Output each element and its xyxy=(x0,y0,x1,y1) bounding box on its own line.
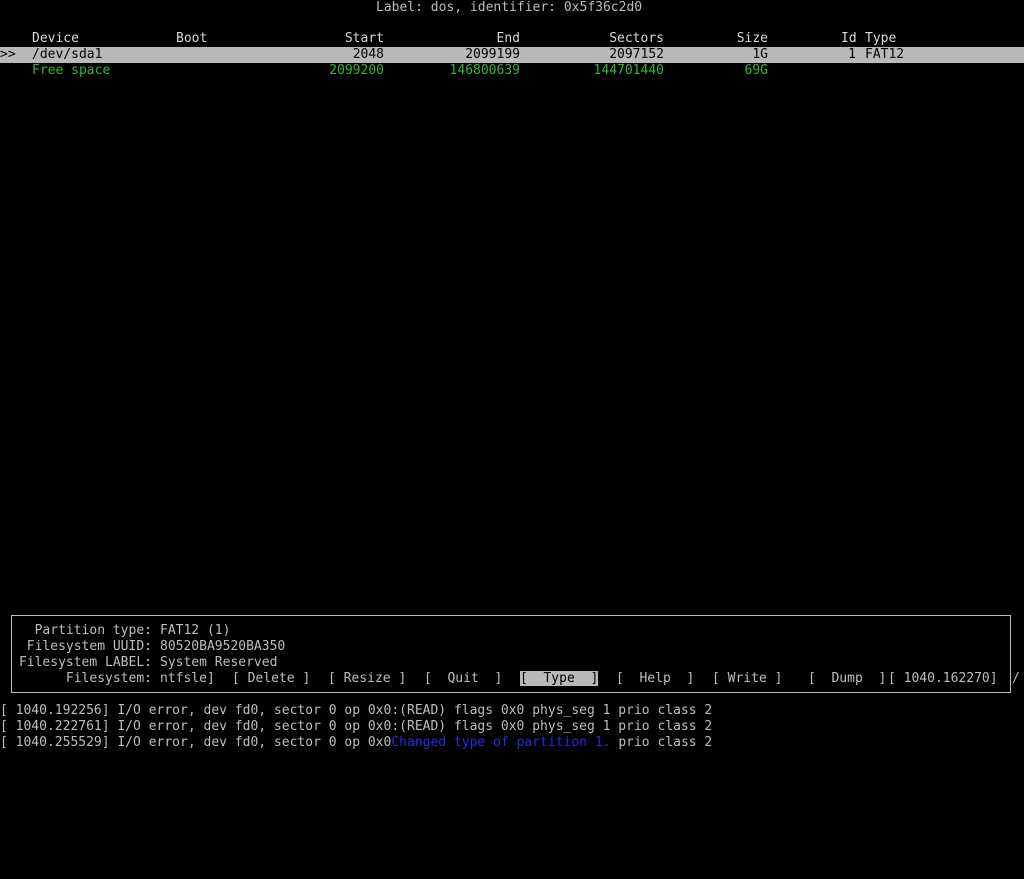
kernel-log-line: [ 1040.255529] I/O error, dev fd0, secto… xyxy=(0,735,712,751)
write-button-label: Write xyxy=(727,671,767,686)
dump-button-label: Dump xyxy=(831,671,863,686)
free-space-label: Free space xyxy=(32,63,111,78)
kernel-log-prefix: [ 1040.255529] I/O error, dev fd0, secto… xyxy=(0,735,392,750)
info-fs-label-value: System Reserved xyxy=(160,655,278,670)
type-button-label: Type xyxy=(543,671,575,686)
column-header-size: Size xyxy=(736,31,768,46)
info-uuid: Filesystem UUID: 80520BA9520BA350 xyxy=(0,639,1024,655)
info-partition-type: Partition type: FAT12 (1) xyxy=(0,623,1024,639)
info-fs-label-label: Filesystem LABEL: xyxy=(18,655,152,670)
info-partition-type-value: FAT12 (1) xyxy=(160,623,231,638)
free-space-row[interactable]: Free space 2099200 146800639 144701440 6… xyxy=(0,63,1024,79)
kernel-log-suffix: prio class 2 xyxy=(610,735,713,750)
table-header: Device Boot Start End Sectors Size Id Ty… xyxy=(0,31,1024,47)
kernel-log-line: [ 1040.222761] I/O error, dev fd0, secto… xyxy=(0,719,713,734)
resize-button[interactable]: [ Resize ] xyxy=(328,671,406,687)
selection-marker: >> xyxy=(0,47,16,62)
kernel-log-line: [ 1040.192256] I/O error, dev fd0, secto… xyxy=(0,703,713,718)
delete-button[interactable]: [ Delete ] xyxy=(232,671,310,687)
column-header-type: Type xyxy=(865,31,897,46)
column-header-device: Device xyxy=(32,31,79,46)
free-space-end: 146800639 xyxy=(449,63,520,78)
status-message: Changed type of partition 1. xyxy=(391,735,611,750)
column-header-sectors: Sectors xyxy=(609,31,664,46)
dump-button[interactable]: [ Dump ] xyxy=(808,671,886,687)
help-button-label: Help xyxy=(639,671,671,686)
info-filesystem-label: Filesystem: xyxy=(65,671,152,686)
column-header-id: Id xyxy=(841,31,857,46)
write-button[interactable]: [ Write ] xyxy=(712,671,782,687)
help-button[interactable]: [ Help ] xyxy=(616,671,694,687)
partition-row-sda1[interactable]: >> /dev/sda1 2048 2099199 2097152 1G 1 F… xyxy=(0,47,1024,63)
partition-end: 2099199 xyxy=(465,47,520,62)
info-filesystem-value: ntfsle] xyxy=(160,671,215,686)
free-space-size: 69G xyxy=(744,63,768,78)
kernel-log-overlay-timestamp: [ 1040.162270] xyxy=(888,671,998,686)
partition-start: 2048 xyxy=(352,47,384,62)
quit-button-label: Quit xyxy=(447,671,479,686)
partition-sectors: 2097152 xyxy=(609,47,664,62)
info-uuid-label: Filesystem UUID: xyxy=(26,639,152,654)
info-uuid-value: 80520BA9520BA350 xyxy=(160,639,286,654)
column-header-boot: Boot xyxy=(176,31,208,46)
quit-button[interactable]: [ Quit ] xyxy=(424,671,502,687)
partition-size: 1G xyxy=(752,47,768,62)
partition-id: 1 xyxy=(848,47,856,62)
info-partition-type-label: Partition type: xyxy=(34,623,152,638)
info-fs-label: Filesystem LABEL: System Reserved xyxy=(0,655,1024,671)
menu-bar: Filesystem: ntfsle] [ Delete ] [ Resize … xyxy=(0,671,1024,687)
free-space-sectors: 144701440 xyxy=(593,63,664,78)
delete-button-label: Delete xyxy=(247,671,295,686)
kernel-log-overlay-tail: / xyxy=(1012,671,1020,686)
disk-label-line: Label: dos, identifier: 0x5f36c2d0 xyxy=(376,0,643,15)
column-header-start: Start xyxy=(344,31,384,46)
partition-type: FAT12 xyxy=(865,47,905,62)
resize-button-label: Resize xyxy=(343,671,391,686)
free-space-start: 2099200 xyxy=(329,63,384,78)
type-button[interactable]: [ Type ] xyxy=(520,671,599,687)
column-header-end: End xyxy=(496,31,520,46)
partition-device: /dev/sda1 xyxy=(32,47,103,62)
